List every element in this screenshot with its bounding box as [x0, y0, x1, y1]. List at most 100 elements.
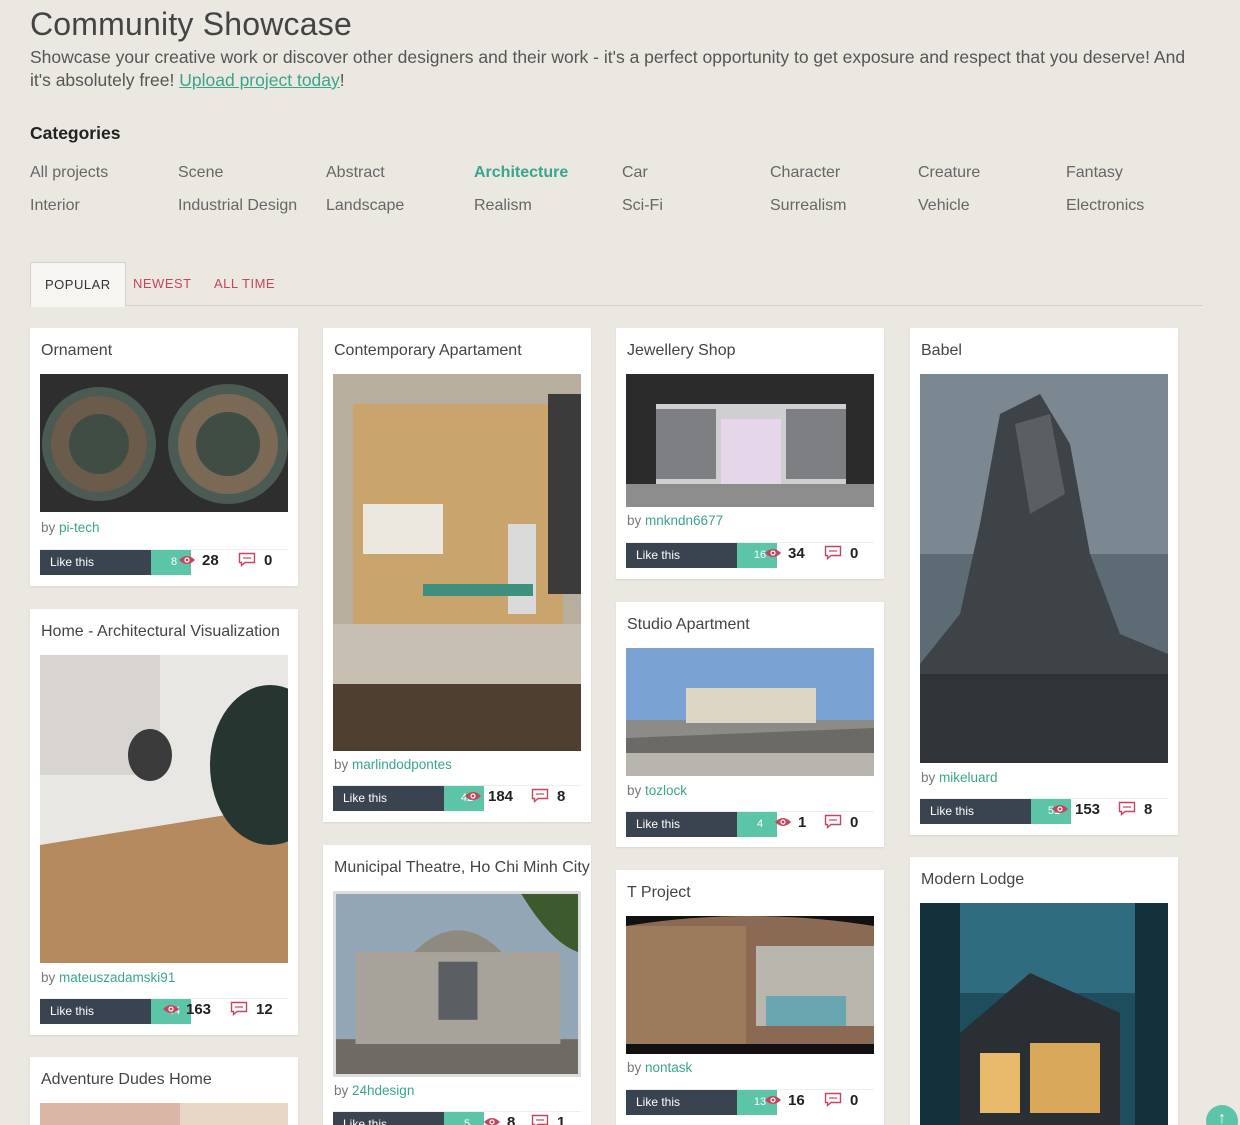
tab-popular[interactable]: POPULAR: [30, 262, 126, 307]
category-surrealism[interactable]: Surrealism: [770, 195, 918, 217]
project-card-adventure-dudes[interactable]: Adventure Dudes Home: [30, 1057, 298, 1125]
project-byline: by mateuszadamski91: [41, 970, 176, 985]
author-link[interactable]: pi-tech: [59, 520, 100, 535]
category-all-projects[interactable]: All projects: [30, 162, 178, 184]
project-card-t-project[interactable]: T Project by nontask Like this 13 16 0: [616, 870, 884, 1125]
project-title[interactable]: Modern Lodge: [921, 871, 1024, 889]
project-thumbnail[interactable]: [626, 648, 874, 776]
project-thumbnail[interactable]: [920, 903, 1168, 1125]
project-stats: Like this 13 16 0: [626, 1089, 874, 1115]
category-landscape[interactable]: Landscape: [326, 195, 474, 217]
author-link[interactable]: 24hdesign: [352, 1083, 414, 1098]
author-link[interactable]: mnkndn6677: [645, 513, 723, 528]
author-link[interactable]: marlindodpontes: [352, 757, 452, 772]
project-card-ornament[interactable]: Ornament by pi-tech Like this 8 28 0: [30, 328, 298, 586]
tab-newest[interactable]: NEWEST: [133, 262, 192, 306]
category-industrial-design[interactable]: Industrial Design: [178, 195, 326, 217]
like-button[interactable]: Like this: [626, 543, 747, 568]
project-thumbnail[interactable]: [333, 374, 581, 751]
comment-icon: [824, 814, 842, 829]
author-link[interactable]: tozlock: [645, 783, 687, 798]
project-title[interactable]: Ornament: [41, 342, 112, 360]
views-count: 153: [1051, 801, 1100, 818]
project-thumbnail[interactable]: [333, 891, 581, 1077]
project-thumbnail[interactable]: [920, 374, 1168, 763]
category-abstract[interactable]: Abstract: [326, 162, 474, 184]
project-stats: Like this 8 28 0: [40, 549, 288, 575]
project-card-contemporary-apartament[interactable]: Contemporary Apartament by marlindodpont…: [323, 328, 591, 822]
project-title[interactable]: Home - Architectural Visualization: [41, 623, 280, 641]
project-thumbnail[interactable]: [626, 916, 874, 1054]
category-sci-fi[interactable]: Sci-Fi: [622, 195, 770, 217]
category-scene[interactable]: Scene: [178, 162, 326, 184]
like-button[interactable]: Like this: [333, 786, 454, 811]
like-button[interactable]: Like this: [333, 1112, 454, 1125]
category-fantasy[interactable]: Fantasy: [1066, 162, 1214, 184]
views-count: 1: [774, 814, 806, 831]
comment-icon: [230, 1001, 248, 1016]
like-button[interactable]: Like this: [626, 812, 747, 837]
comment-icon: [824, 545, 842, 560]
like-count: 5: [444, 1112, 484, 1125]
project-stats: Like this 16 34 0: [626, 542, 874, 568]
category-realism[interactable]: Realism: [474, 195, 622, 217]
upload-project-link[interactable]: Upload project today: [179, 70, 340, 90]
comments-count: 8: [531, 788, 565, 805]
project-stats: Like this 5 8 1: [333, 1111, 581, 1125]
intro-text: Showcase your creative work or discover …: [30, 47, 1186, 90]
project-thumbnail[interactable]: [626, 374, 874, 507]
scroll-to-top-button[interactable]: ↑: [1206, 1105, 1238, 1125]
category-character[interactable]: Character: [770, 162, 918, 184]
like-button[interactable]: Like this: [920, 799, 1041, 824]
comments-count: 0: [238, 552, 272, 569]
project-title[interactable]: Jewellery Shop: [627, 342, 736, 360]
comments-count: 0: [824, 814, 858, 831]
project-title[interactable]: Municipal Theatre, Ho Chi Minh City: [334, 859, 590, 877]
category-creature[interactable]: Creature: [918, 162, 1066, 184]
project-byline: by tozlock: [627, 783, 688, 798]
project-title[interactable]: T Project: [627, 884, 691, 902]
project-card-municipal-theatre[interactable]: Municipal Theatre, Ho Chi Minh City by 2…: [323, 845, 591, 1125]
project-card-home[interactable]: Home - Architectural Visualization by ma…: [30, 609, 298, 1035]
project-thumbnail[interactable]: [40, 374, 288, 512]
author-link[interactable]: mateuszadamski91: [59, 970, 175, 985]
category-interior[interactable]: Interior: [30, 195, 178, 217]
eye-icon: [162, 1004, 180, 1014]
project-card-modern-lodge[interactable]: Modern Lodge: [910, 857, 1178, 1125]
category-electronics[interactable]: Electronics: [1066, 195, 1214, 217]
eye-icon: [178, 555, 196, 565]
views-count: 163: [162, 1001, 211, 1018]
category-car[interactable]: Car: [622, 162, 770, 184]
like-button[interactable]: Like this: [40, 999, 161, 1024]
project-thumbnail[interactable]: [40, 1103, 288, 1125]
author-link[interactable]: nontask: [645, 1060, 692, 1075]
categories-heading: Categories: [30, 123, 121, 143]
eye-icon: [764, 1095, 782, 1105]
like-count: 4: [737, 812, 777, 837]
category-vehicle[interactable]: Vehicle: [918, 195, 1066, 217]
comment-icon: [238, 552, 256, 567]
project-card-jewellery-shop[interactable]: Jewellery Shop by mnkndn6677 Like this 1…: [616, 328, 884, 579]
project-stats: Like this 4 1 0: [626, 811, 874, 837]
project-byline: by mikeluard: [921, 770, 998, 785]
project-title[interactable]: Contemporary Apartament: [334, 342, 522, 360]
author-link[interactable]: mikeluard: [939, 770, 998, 785]
project-title[interactable]: Babel: [921, 342, 962, 360]
like-button[interactable]: Like this: [40, 550, 161, 575]
project-title[interactable]: Studio Apartment: [627, 616, 750, 634]
project-title[interactable]: Adventure Dudes Home: [41, 1071, 212, 1089]
project-card-studio-apartment[interactable]: Studio Apartment by tozlock Like this 4 …: [616, 602, 884, 847]
views-count: 28: [178, 552, 219, 569]
project-thumbnail[interactable]: [40, 655, 288, 963]
tab-all-time[interactable]: ALL TIME: [214, 262, 275, 306]
comment-icon: [1118, 801, 1136, 816]
project-card-babel[interactable]: Babel by mikeluard Like this 51 153 8: [910, 328, 1178, 835]
views-count: 8: [483, 1114, 515, 1125]
comments-count: 12: [230, 1001, 273, 1018]
comments-count: 8: [1118, 801, 1152, 818]
like-button[interactable]: Like this: [626, 1090, 747, 1115]
category-architecture[interactable]: Architecture: [474, 162, 622, 184]
eye-icon: [764, 548, 782, 558]
arrow-up-icon: ↑: [1218, 1110, 1226, 1125]
project-byline: by nontask: [627, 1060, 693, 1075]
